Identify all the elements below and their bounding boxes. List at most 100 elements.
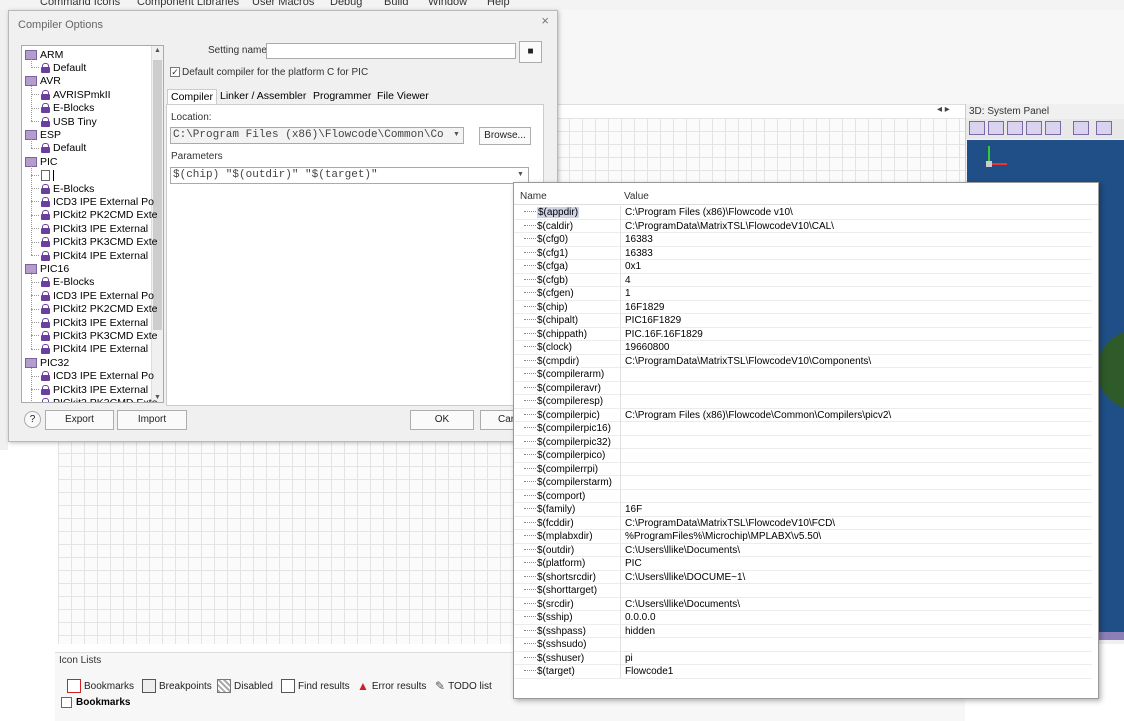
parameters-dropdown-icon[interactable]: ▼: [517, 171, 524, 178]
tree-item[interactable]: PICkit2 PK2CMD Exte: [31, 303, 157, 316]
ok-button[interactable]: OK: [410, 410, 474, 430]
macro-row[interactable]: $(cfgb) 4: [514, 273, 1092, 287]
tree-folder[interactable]: PIC: [25, 155, 58, 168]
macro-row[interactable]: $(fcddir) C:\ProgramData\MatrixTSL\Flowco…: [514, 516, 1092, 530]
macro-row[interactable]: $(compilerarm): [514, 368, 1092, 382]
tree-item[interactable]: ICD3 IPE External Po: [31, 370, 154, 383]
zoom-icon[interactable]: [1045, 121, 1061, 135]
tree-item[interactable]: Default: [31, 142, 86, 155]
macro-row[interactable]: $(compilerstarm): [514, 476, 1092, 490]
tab-find-results[interactable]: Find results: [281, 679, 350, 693]
macro-row[interactable]: $(cfg0) 16383: [514, 233, 1092, 247]
tree-item[interactable]: E-Blocks: [31, 102, 94, 115]
panel-nav-arrows[interactable]: ◂ ▸: [937, 104, 950, 115]
macro-row[interactable]: $(chip) 16F1829: [514, 300, 1092, 314]
tree-item[interactable]: ICD3 IPE External Po: [31, 195, 154, 208]
menu-window[interactable]: Window: [428, 0, 467, 8]
column-name-header[interactable]: Name: [520, 191, 547, 202]
tree-scroll-thumb[interactable]: [153, 60, 162, 330]
flowchart-canvas-bottom[interactable]: [58, 440, 513, 644]
tab-file-viewer[interactable]: File Viewer: [374, 89, 432, 105]
macro-row[interactable]: $(chipalt) PIC16F1829: [514, 314, 1092, 328]
macro-row[interactable]: $(outdir) C:\Users\llike\Documents\: [514, 543, 1092, 557]
column-value-header[interactable]: Value: [624, 191, 649, 202]
tree-item[interactable]: PICkit3 IPE External: [31, 316, 148, 329]
tree-item[interactable]: E-Blocks: [31, 276, 94, 289]
tab-bookmarks[interactable]: Bookmarks: [67, 679, 134, 693]
tab-breakpoints[interactable]: Breakpoints: [142, 679, 212, 693]
macro-row[interactable]: $(shortsrcdir) C:\Users\llike\DOCUME~1\: [514, 570, 1092, 584]
save-button[interactable]: ■: [519, 41, 542, 63]
macro-row[interactable]: $(compilerpic32): [514, 435, 1092, 449]
macro-row[interactable]: $(compilerpic) C:\Program Files (x86)\Flo…: [514, 408, 1092, 422]
menu-command-icons[interactable]: Command Icons: [40, 0, 120, 8]
browse-button[interactable]: Browse...: [479, 127, 531, 145]
macro-row[interactable]: $(mplabxdir) %ProgramFiles%\Microchip\MPL…: [514, 530, 1092, 544]
menu-user-macros[interactable]: User Macros: [252, 0, 314, 8]
tree-item[interactable]: Default: [31, 61, 86, 74]
macro-row[interactable]: $(caldir) C:\ProgramData\MatrixTSL\Flowco…: [514, 219, 1092, 233]
menu-help[interactable]: Help: [487, 0, 510, 8]
macro-row[interactable]: $(sshpass) hidden: [514, 624, 1092, 638]
menu-build[interactable]: Build: [384, 0, 408, 8]
macro-row[interactable]: $(sshuser) pi: [514, 651, 1092, 665]
tab-disabled[interactable]: Disabled: [217, 679, 273, 693]
tree-item[interactable]: [31, 169, 54, 182]
macro-row[interactable]: $(sshsudo): [514, 638, 1092, 652]
tree-item[interactable]: USB Tiny: [31, 115, 97, 128]
tab-linker-assembler[interactable]: Linker / Assembler: [217, 89, 309, 105]
macro-row[interactable]: $(cfgen) 1: [514, 287, 1092, 301]
default-compiler-checkbox[interactable]: ✓: [170, 67, 180, 77]
tree-item[interactable]: PICkit2 PK2CMD Exte: [31, 209, 157, 222]
tree-item[interactable]: PICkit4 IPE External: [31, 249, 148, 262]
camera-icon[interactable]: [1073, 121, 1089, 135]
location-dropdown-icon[interactable]: ▼: [453, 131, 460, 138]
tree-item[interactable]: PICkit3 PK3CMD Exte: [31, 236, 157, 249]
macro-row[interactable]: $(compileresp): [514, 395, 1092, 409]
macro-row[interactable]: $(srcdir) C:\Users\llike\Documents\: [514, 597, 1092, 611]
scroll-up-icon[interactable]: ▲: [154, 47, 161, 54]
tree-item[interactable]: PICkit3 PK3CMD Exte: [31, 329, 157, 342]
macro-row[interactable]: $(compilerpic16): [514, 422, 1092, 436]
tree-item[interactable]: ICD3 IPE External Po: [31, 289, 154, 302]
macro-row[interactable]: $(shorttarget): [514, 584, 1092, 598]
tree-item[interactable]: PICkit3 IPE External: [31, 222, 148, 235]
help-button[interactable]: ?: [24, 411, 41, 428]
3d-sphere-object[interactable]: [1097, 330, 1124, 410]
macro-row[interactable]: $(target) Flowcode1: [514, 665, 1092, 679]
macro-row[interactable]: $(cfg1) 16383: [514, 246, 1092, 260]
menu-debug[interactable]: Debug: [330, 0, 362, 8]
macro-row[interactable]: $(comport): [514, 489, 1092, 503]
macro-row[interactable]: $(family) 16F: [514, 503, 1092, 517]
import-button[interactable]: Import: [117, 410, 187, 430]
rotate-icon[interactable]: [1026, 121, 1042, 135]
tree-item[interactable]: PICkit3 PK3CMD Exte: [41, 396, 157, 402]
tab-error-results[interactable]: ▲ Error results: [357, 679, 426, 693]
macro-row[interactable]: $(chippath) PIC.16F.16F1829: [514, 327, 1092, 341]
export-button[interactable]: Export: [45, 410, 114, 430]
tree-item[interactable]: AVRISPmkII: [31, 88, 111, 101]
tree-item[interactable]: PICkit3 IPE External: [31, 383, 148, 396]
view-3d-icon[interactable]: [969, 121, 985, 135]
tree-scrollbar[interactable]: ▲ ▼: [151, 46, 163, 402]
close-icon[interactable]: ×: [541, 13, 549, 28]
macro-row[interactable]: $(cmpdir) C:\ProgramData\MatrixTSL\Flowco…: [514, 354, 1092, 368]
tab-todo-list[interactable]: ✎ TODO list: [435, 679, 492, 693]
macro-row[interactable]: $(appdir) C:\Program Files (x86)\Flowcode…: [514, 206, 1092, 220]
menu-component-libraries[interactable]: Component Libraries: [137, 0, 239, 8]
macro-row[interactable]: $(cfga) 0x1: [514, 260, 1092, 274]
parameters-input[interactable]: $(chip) "$(outdir)" "$(target)": [170, 167, 529, 184]
location-input[interactable]: C:\Program Files (x86)\Flowcode\Common\C…: [170, 127, 464, 144]
macro-row[interactable]: $(platform) PIC: [514, 557, 1092, 571]
move-icon[interactable]: [1007, 121, 1023, 135]
tab-programmer[interactable]: Programmer: [310, 89, 374, 105]
tree-item[interactable]: E-Blocks: [31, 182, 94, 195]
tree-item[interactable]: PICkit4 IPE External: [31, 343, 148, 356]
setting-name-input[interactable]: [266, 43, 516, 59]
macro-row[interactable]: $(sship) 0.0.0.0: [514, 611, 1092, 625]
pointer-icon[interactable]: [988, 121, 1004, 135]
macro-row[interactable]: $(clock) 19660800: [514, 341, 1092, 355]
macro-list-popup[interactable]: Name Value $(appdir) C:\Program Files (x8…: [513, 182, 1099, 699]
compiler-tree[interactable]: ▲ ▼ ARM Default AVR AVRISPmkII E-Blocks USB T…: [21, 45, 164, 403]
macro-row[interactable]: $(compilerpico): [514, 449, 1092, 463]
